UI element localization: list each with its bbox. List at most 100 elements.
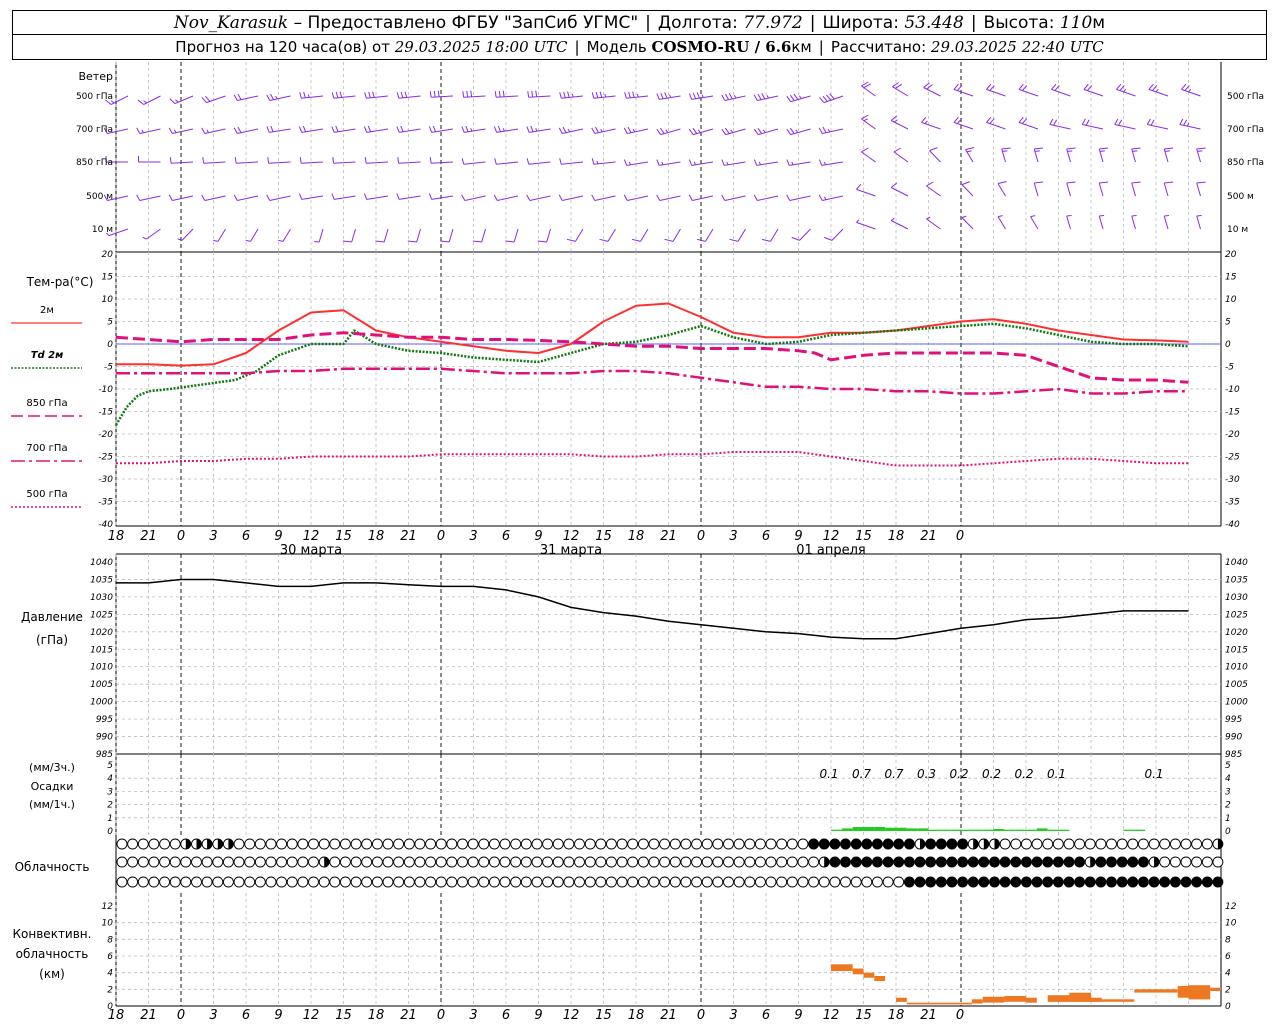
pressure-tick-left: 985 xyxy=(96,750,113,760)
cloud-symbol xyxy=(605,876,617,888)
temp-tick-left: 10 xyxy=(102,295,114,305)
conv-bar xyxy=(1134,989,1178,993)
conv-bar xyxy=(1091,997,1102,1002)
temp-tick-right: -10 xyxy=(1225,385,1240,395)
precip-tick-left: 3 xyxy=(107,787,113,797)
cloud-symbol xyxy=(1031,838,1043,850)
hour-bottom-tick-label: 3 xyxy=(469,1008,477,1023)
conv-tick-left: 0 xyxy=(107,1002,113,1012)
cloud-symbol xyxy=(510,876,522,888)
cloud-symbol xyxy=(861,856,873,868)
temp-series-4 xyxy=(116,451,1189,467)
cloud-symbol xyxy=(1042,876,1054,888)
cloud-symbol xyxy=(393,838,405,850)
cloud-symbol xyxy=(467,838,479,850)
cloud-symbol xyxy=(308,856,319,868)
hour-bottom-tick-label: 15 xyxy=(855,1008,872,1023)
precip-3h-value: 0.2 xyxy=(949,767,968,781)
cloud-symbol xyxy=(159,876,171,888)
wind-barb xyxy=(824,228,844,241)
hour-tick-label: 15 xyxy=(335,529,352,544)
cloud-symbol xyxy=(382,838,394,850)
cloud-symbol xyxy=(276,838,288,850)
hour-tick-label: 9 xyxy=(534,529,542,544)
cloud-symbol xyxy=(744,838,756,850)
temp-tick-right: 20 xyxy=(1225,250,1237,260)
cloud-symbol xyxy=(137,876,149,888)
cloud-symbol xyxy=(116,876,128,888)
cloud-symbol xyxy=(222,876,234,888)
wind-barb xyxy=(142,228,161,240)
cloud-symbol xyxy=(552,838,564,850)
clouds-title: Облачность xyxy=(15,860,90,874)
cloud-symbol xyxy=(925,876,937,888)
temp-tick-left: -15 xyxy=(98,408,113,418)
pressure-tick-right: 1035 xyxy=(1225,575,1248,585)
wind-barb xyxy=(1098,147,1109,163)
wind-barb xyxy=(631,228,649,242)
wind-barb xyxy=(965,147,975,163)
cloud-symbol xyxy=(212,876,224,888)
hour-tick-label: 6 xyxy=(502,529,510,544)
wind-barb xyxy=(1163,147,1174,163)
temp-tick-right: -40 xyxy=(1225,520,1240,530)
cloud-symbol-partial xyxy=(1217,839,1223,849)
cloud-symbol xyxy=(616,876,628,888)
precip-bar xyxy=(885,827,896,831)
cloud-symbol xyxy=(382,876,394,888)
wind-barb xyxy=(505,228,519,243)
wind-barb xyxy=(1163,215,1170,230)
pressure-tick-left: 1030 xyxy=(90,593,113,603)
cloud-symbol xyxy=(840,876,851,888)
wind-level-label-left: 700 гПа xyxy=(76,125,113,135)
wind-level-label-left: 850 гПа xyxy=(76,158,113,168)
conv-bar xyxy=(1210,987,1221,991)
cloud-symbol xyxy=(180,876,192,888)
conv-tick-right: 6 xyxy=(1225,952,1231,962)
cloud-symbol xyxy=(1031,876,1043,888)
cloud-symbol xyxy=(744,876,756,888)
cloud-symbol xyxy=(446,838,458,850)
cloud-symbol xyxy=(361,838,373,850)
pressure-tick-left: 1020 xyxy=(90,628,113,638)
precip-unit-1h: (мм/1ч.) xyxy=(29,798,75,811)
conv-bar xyxy=(852,968,864,975)
cloud-symbol xyxy=(297,876,309,888)
wind-barb xyxy=(890,182,909,197)
precip-bar xyxy=(1026,829,1037,831)
precip-bar xyxy=(939,829,951,831)
pressure-tick-right: 995 xyxy=(1225,715,1242,725)
wind-barb xyxy=(1049,118,1071,130)
cloud-symbol xyxy=(978,856,990,868)
precip-3h-value: 0.1 xyxy=(819,767,838,781)
cloud-symbol xyxy=(191,876,202,888)
cloud-symbol xyxy=(659,876,671,888)
wind-barb xyxy=(1051,83,1071,97)
cloud-symbol xyxy=(350,838,362,850)
wind-barb xyxy=(299,157,324,164)
day-label: 31 марта xyxy=(540,543,602,558)
temp-tick-right: 15 xyxy=(1225,273,1237,283)
cloud-symbol xyxy=(1042,838,1054,850)
wind-level-label-left: 500 м xyxy=(86,192,113,202)
cloud-symbol-partial xyxy=(185,839,191,849)
wind-barb xyxy=(429,157,454,164)
cloud-symbol xyxy=(712,838,724,850)
cloud-symbol xyxy=(339,856,351,868)
temp-tick-left: 20 xyxy=(102,250,114,260)
cloud-symbol xyxy=(893,838,905,850)
wind-barb xyxy=(923,82,941,97)
cloud-symbol xyxy=(914,876,926,888)
wind-barb xyxy=(332,157,356,164)
pressure-tick-right: 1015 xyxy=(1225,645,1248,655)
wind-level-label-right: 850 гПа xyxy=(1227,158,1264,168)
pressure-tick-left: 1035 xyxy=(90,575,113,585)
wind-barb xyxy=(892,82,909,97)
wind-barb xyxy=(1146,118,1169,130)
cloud-symbol xyxy=(510,838,522,850)
hour-tick-label: 15 xyxy=(595,529,612,544)
wind-barb xyxy=(177,228,194,241)
wind-barb xyxy=(1018,83,1039,97)
cloud-symbol xyxy=(435,838,447,850)
cloud-symbol-partial xyxy=(324,857,330,867)
